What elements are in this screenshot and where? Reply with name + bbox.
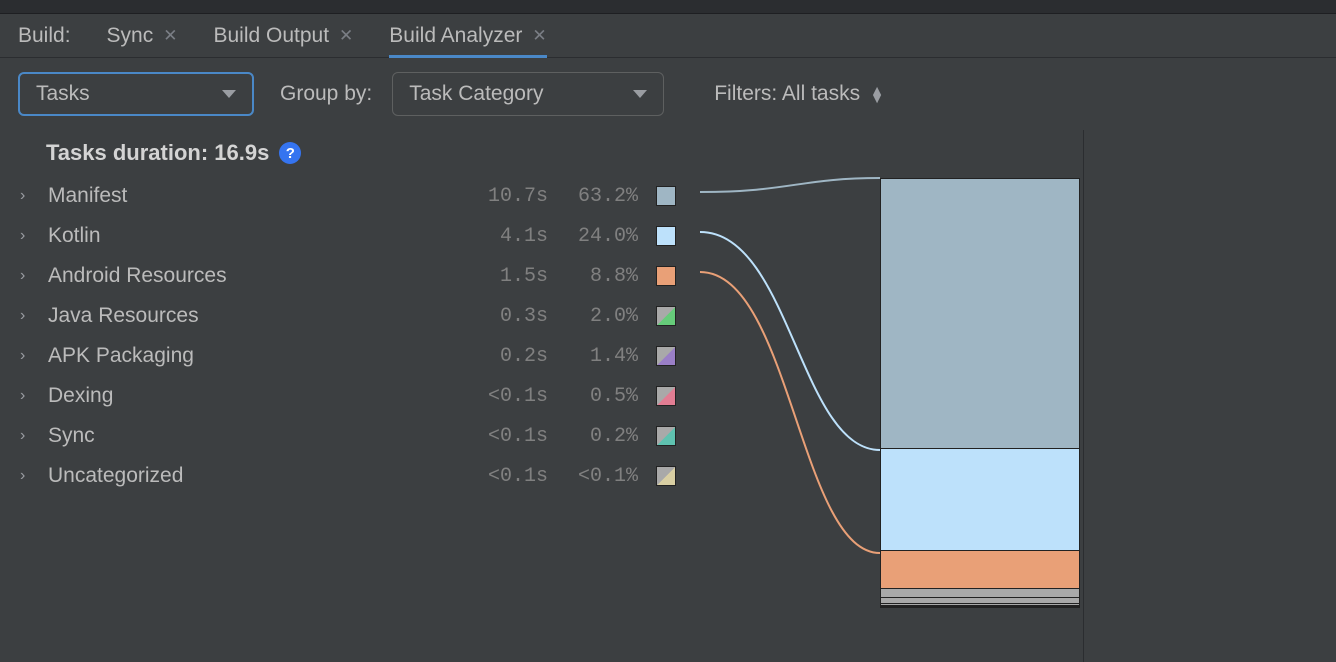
- task-time: 10.7s: [458, 185, 548, 208]
- color-swatch: [656, 226, 676, 246]
- task-time: 0.3s: [458, 305, 548, 328]
- task-time: <0.1s: [458, 465, 548, 488]
- tasks-duration-title: Tasks duration: 16.9s: [46, 140, 269, 166]
- color-swatch: [656, 266, 676, 286]
- task-name: Sync: [38, 424, 458, 448]
- task-time: 0.2s: [458, 345, 548, 368]
- color-swatch: [656, 186, 676, 206]
- chevron-right-icon[interactable]: ›: [20, 347, 38, 365]
- chevron-down-icon: [222, 90, 236, 98]
- analyzer-content: Tasks duration: 16.9s ? ›Manifest10.7s63…: [0, 130, 1336, 662]
- task-percent: 0.5%: [548, 385, 638, 408]
- tab-sync[interactable]: Sync ✕: [107, 14, 178, 57]
- task-name: Manifest: [38, 184, 458, 208]
- stacked-segment[interactable]: [881, 179, 1079, 448]
- chevron-right-icon[interactable]: ›: [20, 267, 38, 285]
- sort-icon: ▲▼: [870, 86, 884, 102]
- chevron-right-icon[interactable]: ›: [20, 187, 38, 205]
- filters-dropdown[interactable]: Filters: All tasks ▲▼: [714, 82, 884, 106]
- build-label: Build:: [18, 24, 71, 48]
- build-tabbar: Build: Sync ✕ Build Output ✕ Build Analyzer ✕: [0, 14, 1336, 58]
- view-dropdown-label: Tasks: [36, 82, 90, 106]
- groupby-dropdown[interactable]: Task Category: [392, 72, 664, 116]
- stacked-segment[interactable]: [881, 448, 1079, 550]
- task-percent: 63.2%: [548, 185, 638, 208]
- task-name: Kotlin: [38, 224, 458, 248]
- tasks-duration-header: Tasks duration: 16.9s ?: [0, 140, 1083, 166]
- task-percent: 0.2%: [548, 425, 638, 448]
- stacked-segment[interactable]: [881, 550, 1079, 588]
- tab-build-analyzer[interactable]: Build Analyzer ✕: [389, 14, 546, 57]
- stacked-segment[interactable]: [881, 588, 1079, 597]
- task-time: 4.1s: [458, 225, 548, 248]
- analyzer-toolbar: Tasks Group by: Task Category Filters: A…: [0, 58, 1336, 130]
- tab-build-output[interactable]: Build Output ✕: [213, 14, 353, 57]
- chevron-right-icon[interactable]: ›: [20, 387, 38, 405]
- task-name: Uncategorized: [38, 464, 458, 488]
- chevron-right-icon[interactable]: ›: [20, 467, 38, 485]
- help-icon[interactable]: ?: [279, 142, 301, 164]
- color-swatch: [656, 306, 676, 326]
- chevron-right-icon[interactable]: ›: [20, 307, 38, 325]
- color-swatch: [656, 346, 676, 366]
- task-time: <0.1s: [458, 425, 548, 448]
- task-name: Dexing: [38, 384, 458, 408]
- chevron-down-icon: [633, 90, 647, 98]
- chevron-right-icon[interactable]: ›: [20, 227, 38, 245]
- color-swatch: [656, 466, 676, 486]
- task-percent: <0.1%: [548, 465, 638, 488]
- task-time: 1.5s: [458, 265, 548, 288]
- task-name: APK Packaging: [38, 344, 458, 368]
- groupby-dropdown-label: Task Category: [409, 82, 543, 106]
- view-dropdown[interactable]: Tasks: [18, 72, 254, 116]
- stacked-bar-chart: [880, 178, 1080, 608]
- close-icon[interactable]: ✕: [532, 27, 546, 44]
- groupby-label: Group by:: [280, 82, 372, 106]
- tab-label: Build Output: [213, 24, 329, 48]
- task-time: <0.1s: [458, 385, 548, 408]
- task-name: Android Resources: [38, 264, 458, 288]
- task-percent: 1.4%: [548, 345, 638, 368]
- chevron-right-icon[interactable]: ›: [20, 427, 38, 445]
- task-name: Java Resources: [38, 304, 458, 328]
- color-swatch: [656, 426, 676, 446]
- task-percent: 2.0%: [548, 305, 638, 328]
- color-swatch: [656, 386, 676, 406]
- window-top-strip: [0, 0, 1336, 14]
- task-percent: 24.0%: [548, 225, 638, 248]
- tab-label: Build Analyzer: [389, 24, 522, 48]
- task-percent: 8.8%: [548, 265, 638, 288]
- tasks-panel: Tasks duration: 16.9s ? ›Manifest10.7s63…: [0, 130, 1084, 662]
- stacked-segment[interactable]: [881, 606, 1079, 607]
- close-icon[interactable]: ✕: [339, 27, 353, 44]
- filters-label: Filters: All tasks: [714, 82, 860, 106]
- close-icon[interactable]: ✕: [163, 27, 177, 44]
- tab-label: Sync: [107, 24, 154, 48]
